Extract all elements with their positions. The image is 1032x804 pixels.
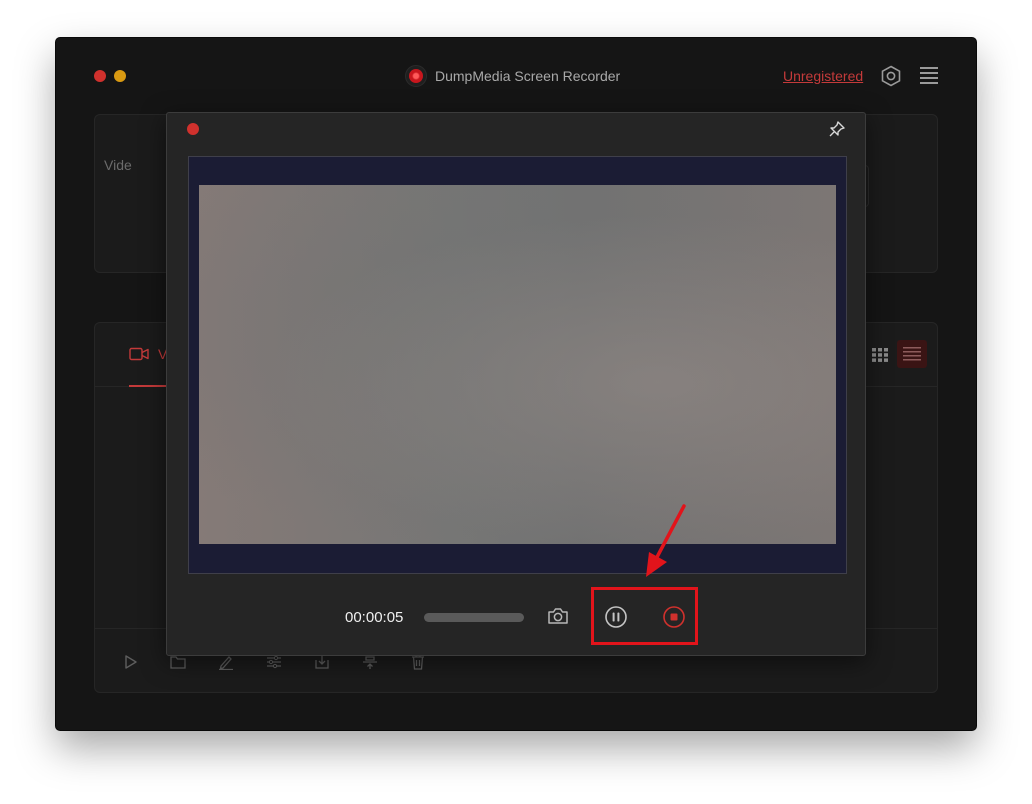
video-recorder-mode-label[interactable]: Vide	[104, 157, 132, 173]
adjust-icon[interactable]	[266, 654, 282, 670]
annotation-highlight-box	[591, 587, 698, 645]
recording-controls: 00:00:05	[167, 593, 865, 643]
open-folder-icon[interactable]	[170, 654, 186, 670]
unregistered-link[interactable]: Unregistered	[783, 68, 863, 84]
grid-view-icon[interactable]	[872, 348, 888, 362]
recording-progress-bar	[424, 613, 524, 622]
window-minimize-button[interactable]	[114, 70, 126, 82]
play-icon[interactable]	[123, 654, 139, 670]
screen-preview-image	[199, 185, 836, 544]
video-camera-icon	[129, 347, 149, 361]
screen-preview-frame	[188, 156, 847, 574]
settings-gear-icon[interactable]	[880, 65, 902, 87]
window-close-button[interactable]	[94, 70, 106, 82]
recording-preview-window: 00:00:05	[166, 112, 866, 656]
elapsed-time: 00:00:05	[345, 609, 404, 626]
list-view-button[interactable]	[897, 340, 927, 368]
import-icon[interactable]	[314, 654, 330, 670]
annotation-arrow-icon	[646, 504, 686, 577]
app-title: DumpMedia Screen Recorder	[435, 68, 621, 84]
title-bar: DumpMedia Screen Recorder	[405, 64, 620, 88]
list-view-icon	[903, 347, 921, 361]
delete-icon[interactable]	[410, 654, 426, 670]
recording-close-button[interactable]	[187, 123, 199, 135]
camera-icon[interactable]	[547, 607, 569, 625]
pin-icon[interactable]	[828, 120, 846, 138]
hamburger-menu-icon[interactable]	[920, 67, 938, 84]
tab-active-indicator	[129, 385, 169, 387]
edit-icon[interactable]	[218, 654, 234, 670]
record-logo-icon	[405, 65, 427, 87]
merge-icon[interactable]	[362, 654, 378, 670]
